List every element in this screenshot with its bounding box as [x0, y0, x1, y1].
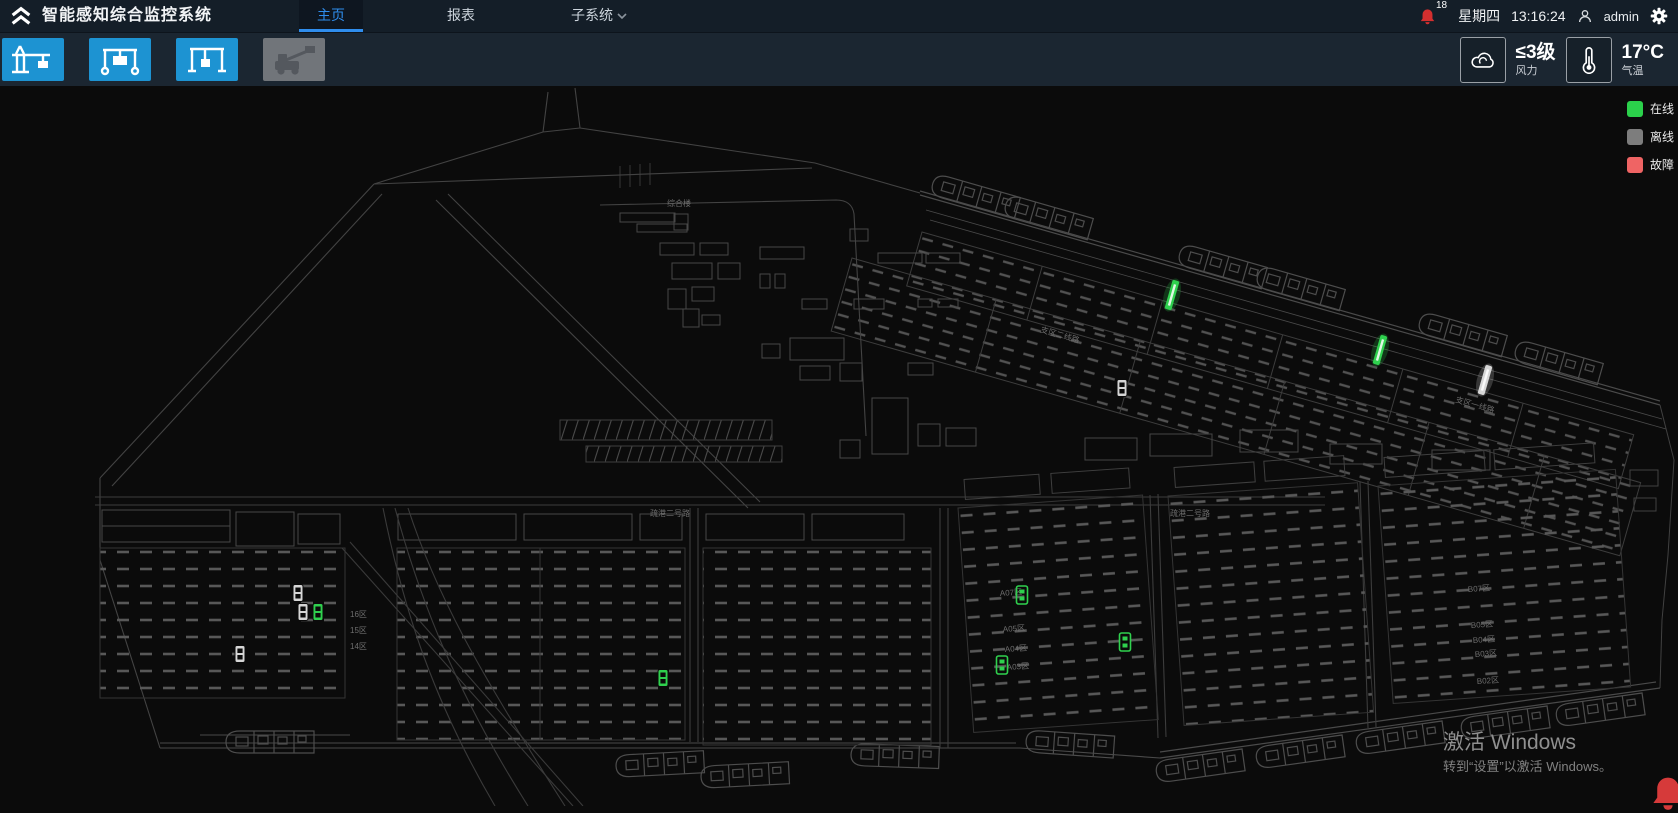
logo-icon: [8, 3, 34, 29]
marker-truck-online[interactable]: [658, 670, 668, 687]
wind-label: 风力: [1516, 64, 1556, 78]
app-title: 智能感知综合监控系统: [42, 0, 212, 32]
temperature-label: 气温: [1622, 64, 1664, 78]
online-status-swatch: [1627, 101, 1643, 117]
map-area-label: 15区: [350, 626, 367, 635]
weather-cluster: ≤3级 风力 17°C 气温: [1460, 37, 1664, 83]
bell-icon: [1419, 7, 1436, 26]
clock: 13:16:24: [1511, 8, 1566, 24]
legend-item-online: 在线: [1627, 100, 1674, 117]
weekday-label: 星期四: [1458, 6, 1500, 26]
marker-truck-offline[interactable]: [298, 604, 308, 621]
map-area-label: A04区: [1005, 643, 1028, 654]
quay-crane-button[interactable]: [2, 38, 64, 81]
rtg-crane-icon: [96, 43, 144, 77]
rmg-crane-icon: [183, 43, 231, 77]
map-area-label: B04区: [1473, 634, 1496, 645]
rtg-crane-button[interactable]: [89, 38, 151, 81]
notification-bell[interactable]: 18: [1419, 7, 1447, 26]
cloud-icon: [1470, 49, 1496, 71]
fault-status-swatch: [1627, 157, 1643, 173]
corner-bell-icon[interactable]: [1649, 773, 1678, 813]
chevron-down-icon: [617, 0, 627, 30]
temperature-button[interactable]: [1566, 37, 1612, 83]
wind-value: ≤3级: [1516, 42, 1556, 64]
status-legend: 在线离线故障: [1627, 100, 1674, 184]
marker-truck-offline[interactable]: [1117, 380, 1127, 397]
legend-item-fault: 故障: [1627, 156, 1674, 173]
legend-label: 离线: [1650, 128, 1674, 145]
reach-stacker-button[interactable]: [263, 38, 325, 81]
topbar-right-cluster: 18 星期四 13:16:24 admin: [1419, 0, 1668, 32]
equipment-toolbar: ≤3级 风力 17°C 气温: [0, 32, 1678, 86]
port-map-canvas[interactable]: 综合楼疏港二号路疏港二号路支区一线路支区二线路16区15区14区A07区A05区…: [0, 85, 1678, 806]
username[interactable]: admin: [1604, 9, 1639, 24]
map-area-label: B03区: [1475, 648, 1498, 659]
top-nav-bar: 智能感知综合监控系统 主页 报表 子系统 18 星期四 13:16:24 adm…: [0, 0, 1678, 32]
wind-readout: ≤3级 风力: [1516, 38, 1556, 82]
marker-truck-online[interactable]: [313, 604, 323, 621]
tab-reports[interactable]: 报表: [429, 0, 493, 32]
map-area-label: A05区: [1003, 623, 1026, 634]
thermometer-icon: [1579, 46, 1599, 74]
legend-label: 在线: [1650, 100, 1674, 117]
tab-home[interactable]: 主页: [299, 0, 363, 32]
legend-item-offline: 离线: [1627, 128, 1674, 145]
map-area-label: 16区: [350, 610, 367, 619]
reach-stacker-icon: [270, 43, 318, 77]
quay-crane-icon: [9, 43, 57, 77]
map-area-label: B02区: [1477, 675, 1500, 686]
map-area-label: 疏港二号路: [650, 508, 690, 518]
user-icon[interactable]: [1577, 8, 1593, 24]
marker-truck-offline[interactable]: [235, 646, 245, 663]
main-tabs: 主页 报表 子系统: [299, 0, 641, 32]
map-area-label: B05区: [1471, 619, 1494, 630]
map-linework: [95, 88, 1674, 806]
wind-button[interactable]: [1460, 37, 1506, 83]
map-area-label: 疏港二号路: [1170, 508, 1210, 518]
tab-subsystems[interactable]: 子系统: [557, 0, 641, 32]
map-area-label: B07区: [1468, 583, 1491, 594]
gear-icon[interactable]: [1650, 7, 1668, 25]
notification-badge: 18: [1436, 0, 1447, 11]
offline-status-swatch: [1627, 129, 1643, 145]
temperature-value: 17°C: [1622, 42, 1664, 64]
rmg-crane-button[interactable]: [176, 38, 238, 81]
equipment-buttons: [2, 38, 325, 81]
temperature-readout: 17°C 气温: [1622, 38, 1664, 82]
map-area-label: 综合楼: [667, 198, 691, 208]
legend-label: 故障: [1650, 156, 1674, 173]
map-area-label: A07区: [1000, 587, 1023, 598]
marker-truck-offline[interactable]: [293, 585, 303, 602]
map-area-label: A03区: [1007, 661, 1030, 672]
map-area-label: 14区: [350, 642, 367, 651]
